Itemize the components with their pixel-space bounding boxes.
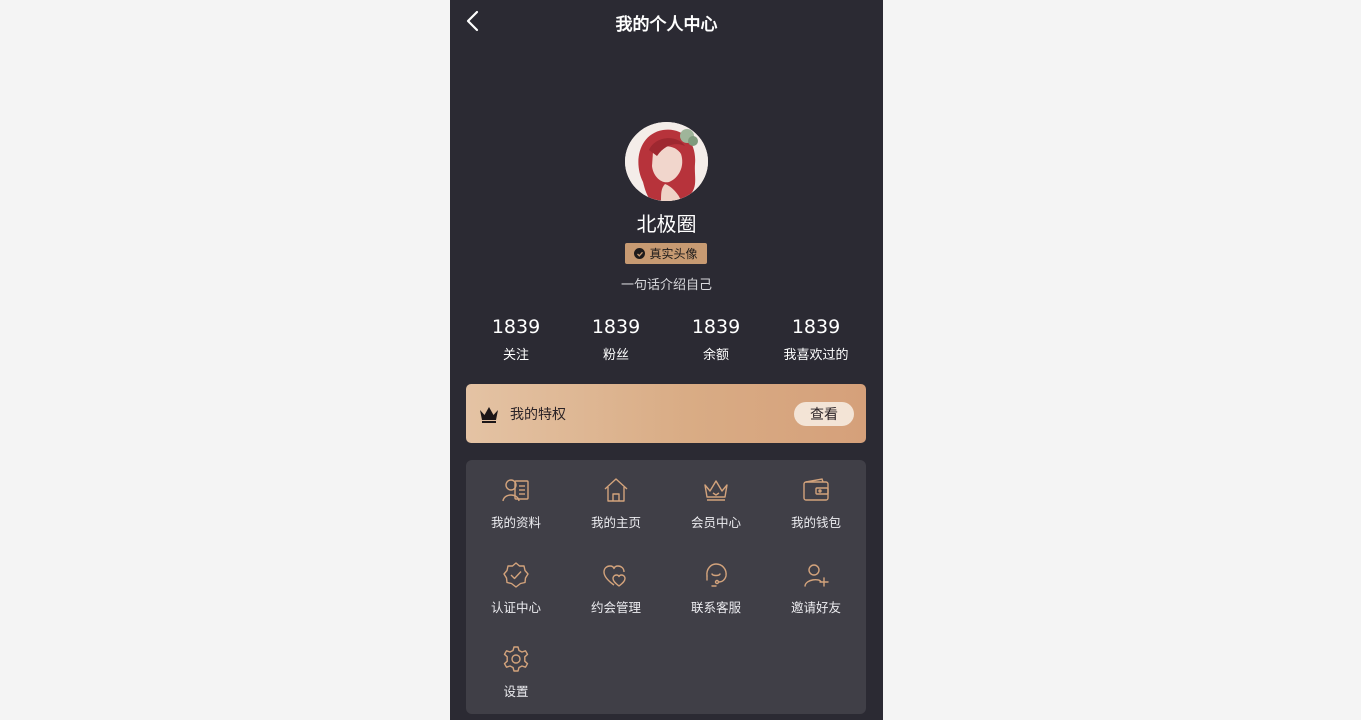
badge-label: 真实头像 [649,247,698,261]
stat-followers[interactable]: 1839 粉丝 [566,314,666,363]
add-user-icon [802,561,830,589]
stat-value: 1839 [591,316,641,338]
privilege-banner[interactable]: 我的特权 查看 [466,384,866,443]
home-icon [602,476,630,504]
menu-label: 联系客服 [690,600,741,615]
gear-icon [502,645,530,673]
profile-card-icon [502,476,530,504]
stat-value: 1839 [791,316,841,338]
menu-item-my-profile[interactable]: 我的资料 [466,460,566,530]
nav-bar: 我的个人中心 [450,0,883,44]
verified-badge-icon [502,561,530,589]
avatar[interactable] [625,122,708,201]
user-name: 北极圈 [636,212,697,236]
page-title: 我的个人中心 [615,15,718,35]
stat-liked[interactable]: 1839 我喜欢过的 [766,314,866,363]
privilege-label: 我的特权 [510,406,566,423]
stat-label: 我喜欢过的 [783,348,849,363]
check-icon [634,248,646,259]
menu-item-customer-service[interactable]: 联系客服 [666,545,766,615]
menu-label: 我的资料 [490,515,541,530]
profile-screen: 我的个人中心 北极圈 真实头像 一句话介绍自己 1839 关注 1839 粉丝 [450,0,883,720]
user-intro: 一句话介绍自己 [620,278,712,293]
menu-item-dating-management[interactable]: 约会管理 [566,545,666,615]
menu-item-verification-center[interactable]: 认证中心 [466,545,566,615]
stats-row: 1839 关注 1839 粉丝 1839 余额 1839 我喜欢过的 [466,314,866,363]
stat-balance[interactable]: 1839 余额 [666,314,766,363]
view-privilege-button[interactable]: 查看 [794,402,854,426]
stat-label: 余额 [702,348,729,363]
menu-item-invite-friends[interactable]: 邀请好友 [766,545,866,615]
verified-photo-badge: 真实头像 [625,243,707,264]
menu-label: 我的主页 [590,515,641,530]
crown-icon [702,476,730,504]
stat-label: 粉丝 [602,348,629,363]
headset-icon [702,561,730,589]
hearts-icon [602,561,630,589]
menu-label: 约会管理 [590,600,641,615]
stat-following[interactable]: 1839 关注 [466,314,566,363]
menu-label: 设置 [503,684,529,699]
menu-label: 邀请好友 [790,600,841,615]
menu-item-my-homepage[interactable]: 我的主页 [566,460,666,530]
menu-grid: 我的资料 我的主页 会员中心 我的钱包 认证中心 约会管理 联系客服 邀请好友 … [466,460,866,714]
stat-value: 1839 [691,316,741,338]
wallet-icon [802,476,830,504]
stat-label: 关注 [502,348,529,363]
menu-label: 会员中心 [690,515,741,530]
crown-icon [478,404,500,424]
menu-item-my-wallet[interactable]: 我的钱包 [766,460,866,530]
menu-label: 认证中心 [490,600,541,615]
avatar-image [625,122,708,201]
menu-item-settings[interactable]: 设置 [466,629,566,699]
stat-value: 1839 [491,316,541,338]
menu-item-vip-center[interactable]: 会员中心 [666,460,766,530]
menu-label: 我的钱包 [790,515,841,530]
